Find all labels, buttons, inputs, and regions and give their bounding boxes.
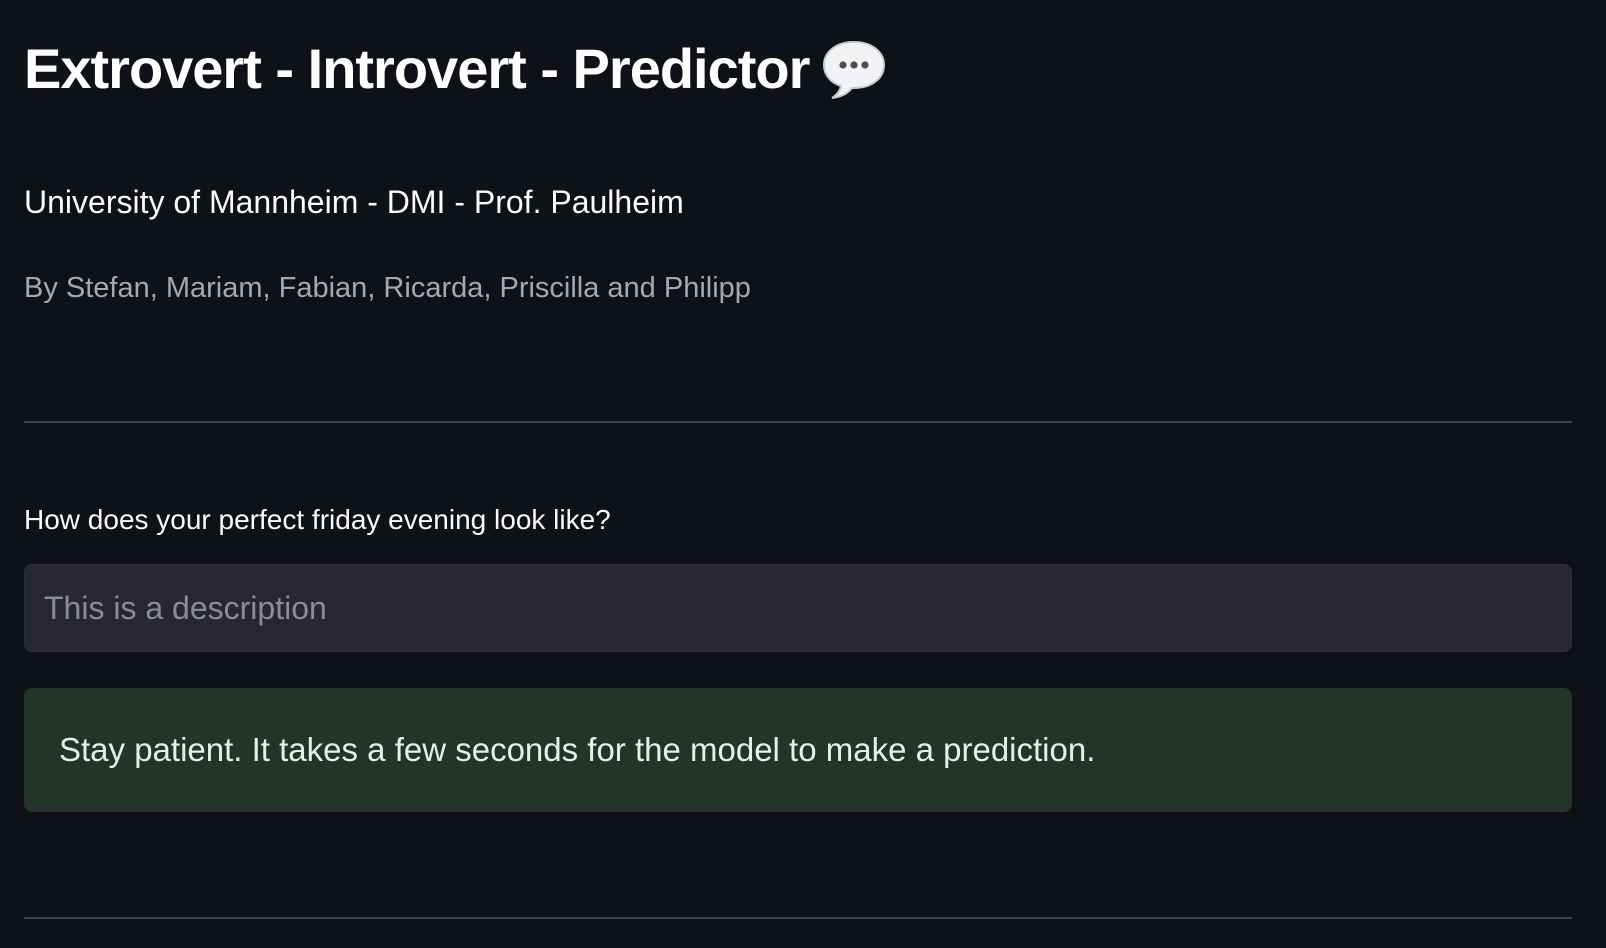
info-message: Stay patient. It takes a few seconds for… bbox=[59, 731, 1096, 768]
page-subtitle: University of Mannheim - DMI - Prof. Pau… bbox=[24, 184, 684, 220]
question-label: How does your perfect friday evening loo… bbox=[24, 504, 611, 535]
description-input[interactable] bbox=[25, 565, 1571, 651]
page-header: Extrovert - Introvert - Predictor bbox=[24, 34, 887, 104]
speech-bubble-icon bbox=[821, 38, 887, 100]
main-content: Extrovert - Introvert - Predictor Univer… bbox=[24, 0, 1572, 948]
page-title: Extrovert - Introvert - Predictor bbox=[24, 37, 810, 100]
divider bbox=[24, 917, 1572, 919]
info-alert: Stay patient. It takes a few seconds for… bbox=[24, 688, 1572, 812]
description-input-container bbox=[24, 564, 1572, 652]
authors-caption: By Stefan, Mariam, Fabian, Ricarda, Pris… bbox=[24, 272, 751, 304]
divider bbox=[24, 421, 1572, 423]
